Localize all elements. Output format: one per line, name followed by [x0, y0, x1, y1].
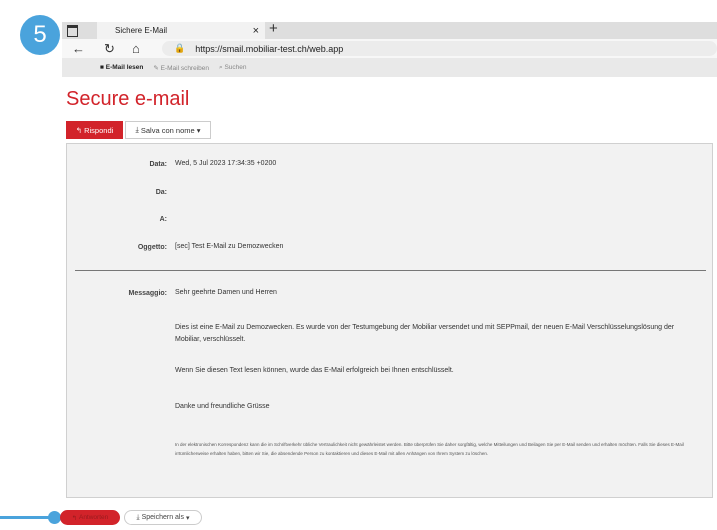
refresh-icon[interactable]: ↻: [104, 40, 115, 57]
close-icon[interactable]: ×: [253, 25, 259, 37]
tab-actions-icon[interactable]: [67, 25, 78, 37]
date-label: Data:: [149, 161, 167, 168]
nav-write-email[interactable]: ✎ E-Mail schreiben: [153, 64, 209, 72]
subject-value: [sec] Test E-Mail zu Demozwecken: [175, 243, 284, 250]
page-title: Secure e-mail: [66, 88, 190, 110]
divider: [75, 270, 706, 271]
message-disclaimer: In der elektronischen Korrespondenz kann…: [175, 442, 684, 456]
save-as-button[interactable]: ⤓ Salva con nome ▾: [125, 121, 211, 139]
tab-title: Sichere E-Mail: [115, 26, 168, 35]
home-icon[interactable]: ⌂: [132, 40, 140, 57]
nav-read-email[interactable]: ■ E-Mail lesen: [100, 64, 143, 71]
email-panel: Data: Wed, 5 Jul 2023 17:34:35 +0200 Da:…: [66, 143, 713, 498]
reply-icon: ↰: [71, 514, 79, 522]
save-as-button-bottom[interactable]: ⤓ Speichern als ▾: [124, 510, 202, 525]
back-arrow-icon[interactable]: ←: [72, 40, 85, 57]
date-value: Wed, 5 Jul 2023 17:34:35 +0200: [175, 160, 277, 167]
reply-icon: ↰: [75, 125, 85, 135]
message-paragraph: Wenn Sie diesen Text lesen können, wurde…: [175, 367, 454, 374]
url-text: https://smail.mobiliar-test.ch/web.app: [195, 43, 344, 54]
chevron-down-icon: ▾: [194, 125, 201, 135]
new-tab-icon[interactable]: +: [269, 20, 278, 37]
reply-button[interactable]: ↰ Rispondi: [66, 121, 123, 139]
pointer-line: [0, 516, 54, 519]
message-paragraph: Dies ist eine E-Mail zu Demozwecken. Es …: [175, 324, 675, 343]
message-greeting: Sehr geehrte Damen und Herren: [175, 289, 277, 296]
book-icon: ■: [100, 64, 104, 71]
browser-tab[interactable]: Sichere E-Mail ×: [97, 22, 265, 39]
to-label: A:: [159, 216, 167, 223]
subject-label: Oggetto:: [137, 244, 167, 251]
pencil-icon: ✎: [153, 64, 159, 72]
address-bar[interactable]: 🔒 https://smail.mobiliar-test.ch/web.app: [162, 41, 717, 56]
nav-search[interactable]: ⌕ Suchen: [219, 64, 247, 72]
bottom-toolbar: ↰ Antworten ⤓ Speichern als ▾: [60, 510, 202, 525]
search-icon: ⌕: [219, 63, 223, 71]
tab-bar: Sichere E-Mail × +: [62, 20, 717, 39]
chevron-down-icon: ▾: [184, 514, 190, 522]
lock-icon: 🔒: [174, 43, 186, 53]
browser-chrome: Sichere E-Mail × + ← ↻ ⌂ 🔒 https://smail…: [62, 20, 717, 82]
app-nav: ■ E-Mail lesen ✎ E-Mail schreiben ⌕ Such…: [62, 58, 717, 77]
reply-button-bottom[interactable]: ↰ Antworten: [60, 510, 120, 525]
address-row: ← ↻ ⌂ 🔒 https://smail.mobiliar-test.ch/w…: [62, 39, 717, 58]
message-label: Messaggio:: [128, 290, 167, 297]
message-closing: Danke und freundliche Grüsse: [175, 403, 270, 410]
from-label: Da:: [155, 189, 167, 196]
step-number-badge: 5: [20, 15, 60, 55]
